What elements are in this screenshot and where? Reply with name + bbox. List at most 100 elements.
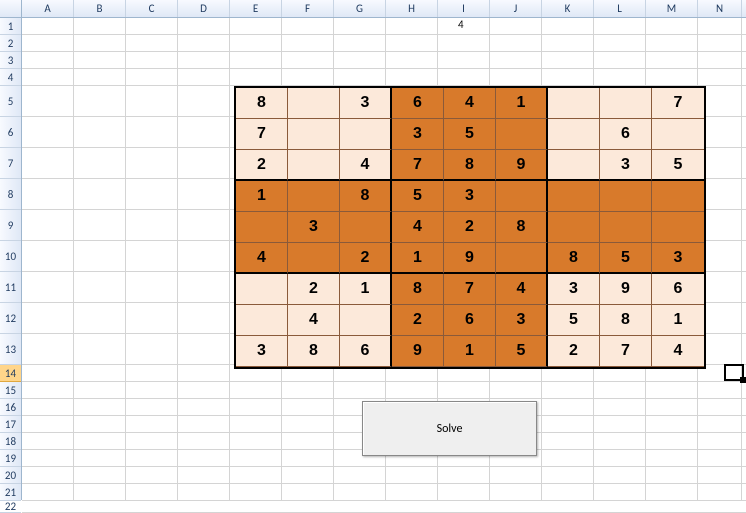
col-header-F[interactable]: F (282, 0, 334, 17)
sudoku-cell-r8-c6[interactable]: 3 (496, 305, 548, 336)
sudoku-cell-r6-c9[interactable]: 3 (652, 243, 704, 274)
col-header-A[interactable]: A (22, 0, 74, 17)
sudoku-cell-r1-c4[interactable]: 6 (392, 88, 444, 119)
col-header-M[interactable]: M (646, 0, 698, 17)
sudoku-cell-r3-c5[interactable]: 8 (444, 150, 496, 181)
sudoku-cell-r4-c7[interactable] (548, 181, 600, 212)
sudoku-cell-r8-c1[interactable] (236, 305, 288, 336)
sudoku-cell-r5-c3[interactable] (340, 212, 392, 243)
sudoku-cell-r7-c2[interactable]: 2 (288, 274, 340, 305)
sudoku-cell-r7-c4[interactable]: 8 (392, 274, 444, 305)
sudoku-cell-r6-c3[interactable]: 2 (340, 243, 392, 274)
sudoku-cell-r9-c5[interactable]: 1 (444, 336, 496, 367)
col-header-K[interactable]: K (542, 0, 594, 17)
col-header-H[interactable]: H (386, 0, 438, 17)
col-header-C[interactable]: C (126, 0, 178, 17)
sudoku-cell-r6-c1[interactable]: 4 (236, 243, 288, 274)
sudoku-cell-r6-c7[interactable]: 8 (548, 243, 600, 274)
sudoku-cell-r7-c7[interactable]: 3 (548, 274, 600, 305)
sudoku-cell-r8-c3[interactable] (340, 305, 392, 336)
row-header-22[interactable]: 22 (0, 501, 21, 513)
sudoku-cell-r6-c6[interactable] (496, 243, 548, 274)
col-header-L[interactable]: L (594, 0, 646, 17)
sudoku-cell-r4-c5[interactable]: 3 (444, 181, 496, 212)
sudoku-cell-r4-c6[interactable] (496, 181, 548, 212)
row-header-9[interactable]: 9 (0, 210, 21, 241)
sudoku-cell-r1-c1[interactable]: 8 (236, 88, 288, 119)
col-header-E[interactable]: E (230, 0, 282, 17)
sudoku-cell-r9-c7[interactable]: 2 (548, 336, 600, 367)
sudoku-cell-r5-c5[interactable]: 2 (444, 212, 496, 243)
row-header-1[interactable]: 1 (0, 18, 21, 35)
sudoku-cell-r7-c9[interactable]: 6 (652, 274, 704, 305)
sudoku-cell-r1-c8[interactable] (600, 88, 652, 119)
sudoku-cell-r2-c2[interactable] (288, 119, 340, 150)
row-header-10[interactable]: 10 (0, 241, 21, 272)
sudoku-cell-r9-c2[interactable]: 8 (288, 336, 340, 367)
sudoku-cell-r9-c6[interactable]: 5 (496, 336, 548, 367)
sudoku-cell-r2-c3[interactable] (340, 119, 392, 150)
sudoku-cell-r4-c9[interactable] (652, 181, 704, 212)
sudoku-cell-r8-c8[interactable]: 8 (600, 305, 652, 336)
row-header-20[interactable]: 20 (0, 467, 21, 484)
sudoku-cell-r1-c7[interactable] (548, 88, 600, 119)
row-header-14[interactable]: 14 (0, 365, 21, 382)
sudoku-cell-r5-c7[interactable] (548, 212, 600, 243)
col-header-B[interactable]: B (74, 0, 126, 17)
sudoku-cell-r6-c8[interactable]: 5 (600, 243, 652, 274)
row-header-6[interactable]: 6 (0, 117, 21, 148)
sudoku-cell-r3-c9[interactable]: 5 (652, 150, 704, 181)
sudoku-cell-r5-c9[interactable] (652, 212, 704, 243)
sudoku-cell-r6-c5[interactable]: 9 (444, 243, 496, 274)
row-header-3[interactable]: 3 (0, 52, 21, 69)
sudoku-cell-r8-c9[interactable]: 1 (652, 305, 704, 336)
sudoku-cell-r7-c3[interactable]: 1 (340, 274, 392, 305)
sudoku-cell-r4-c4[interactable]: 5 (392, 181, 444, 212)
sudoku-cell-r4-c3[interactable]: 8 (340, 181, 392, 212)
sudoku-cell-r7-c1[interactable] (236, 274, 288, 305)
sudoku-cell-r1-c2[interactable] (288, 88, 340, 119)
sudoku-cell-r8-c5[interactable]: 6 (444, 305, 496, 336)
sudoku-cell-r4-c8[interactable] (600, 181, 652, 212)
worksheet-area[interactable]: 4 83641773562478935185334284219853218743… (22, 18, 746, 500)
sudoku-cell-r9-c9[interactable]: 4 (652, 336, 704, 367)
sudoku-cell-r7-c5[interactable]: 7 (444, 274, 496, 305)
row-header-18[interactable]: 18 (0, 433, 21, 450)
row-header-16[interactable]: 16 (0, 399, 21, 416)
sudoku-cell-r3-c7[interactable] (548, 150, 600, 181)
sudoku-cell-r8-c2[interactable]: 4 (288, 305, 340, 336)
row-header-11[interactable]: 11 (0, 272, 21, 303)
sudoku-cell-r2-c8[interactable]: 6 (600, 119, 652, 150)
row-header-15[interactable]: 15 (0, 382, 21, 399)
row-header-13[interactable]: 13 (0, 334, 21, 365)
row-header-8[interactable]: 8 (0, 179, 21, 210)
sudoku-cell-r3-c4[interactable]: 7 (392, 150, 444, 181)
sudoku-cell-r5-c2[interactable]: 3 (288, 212, 340, 243)
sudoku-cell-r7-c8[interactable]: 9 (600, 274, 652, 305)
row-header-5[interactable]: 5 (0, 86, 21, 117)
sudoku-cell-r9-c8[interactable]: 7 (600, 336, 652, 367)
sudoku-cell-r5-c4[interactable]: 4 (392, 212, 444, 243)
row-header-12[interactable]: 12 (0, 303, 21, 334)
sudoku-cell-r3-c3[interactable]: 4 (340, 150, 392, 181)
sudoku-cell-r2-c4[interactable]: 3 (392, 119, 444, 150)
sudoku-cell-r5-c1[interactable] (236, 212, 288, 243)
sudoku-cell-r2-c5[interactable]: 5 (444, 119, 496, 150)
row-header-19[interactable]: 19 (0, 450, 21, 467)
sudoku-cell-r3-c8[interactable]: 3 (600, 150, 652, 181)
sudoku-cell-r9-c3[interactable]: 6 (340, 336, 392, 367)
sudoku-cell-r4-c1[interactable]: 1 (236, 181, 288, 212)
solve-button[interactable]: Solve (362, 401, 537, 456)
sudoku-cell-r1-c9[interactable]: 7 (652, 88, 704, 119)
sudoku-cell-r2-c1[interactable]: 7 (236, 119, 288, 150)
sudoku-cell-r6-c4[interactable]: 1 (392, 243, 444, 274)
sudoku-cell-r5-c6[interactable]: 8 (496, 212, 548, 243)
sudoku-cell-r2-c7[interactable] (548, 119, 600, 150)
col-header-N[interactable]: N (698, 0, 742, 17)
row-header-4[interactable]: 4 (0, 69, 21, 86)
sudoku-cell-r9-c4[interactable]: 9 (392, 336, 444, 367)
col-header-D[interactable]: D (178, 0, 230, 17)
sudoku-cell-r3-c6[interactable]: 9 (496, 150, 548, 181)
sudoku-cell-r6-c2[interactable] (288, 243, 340, 274)
row-header-17[interactable]: 17 (0, 416, 21, 433)
